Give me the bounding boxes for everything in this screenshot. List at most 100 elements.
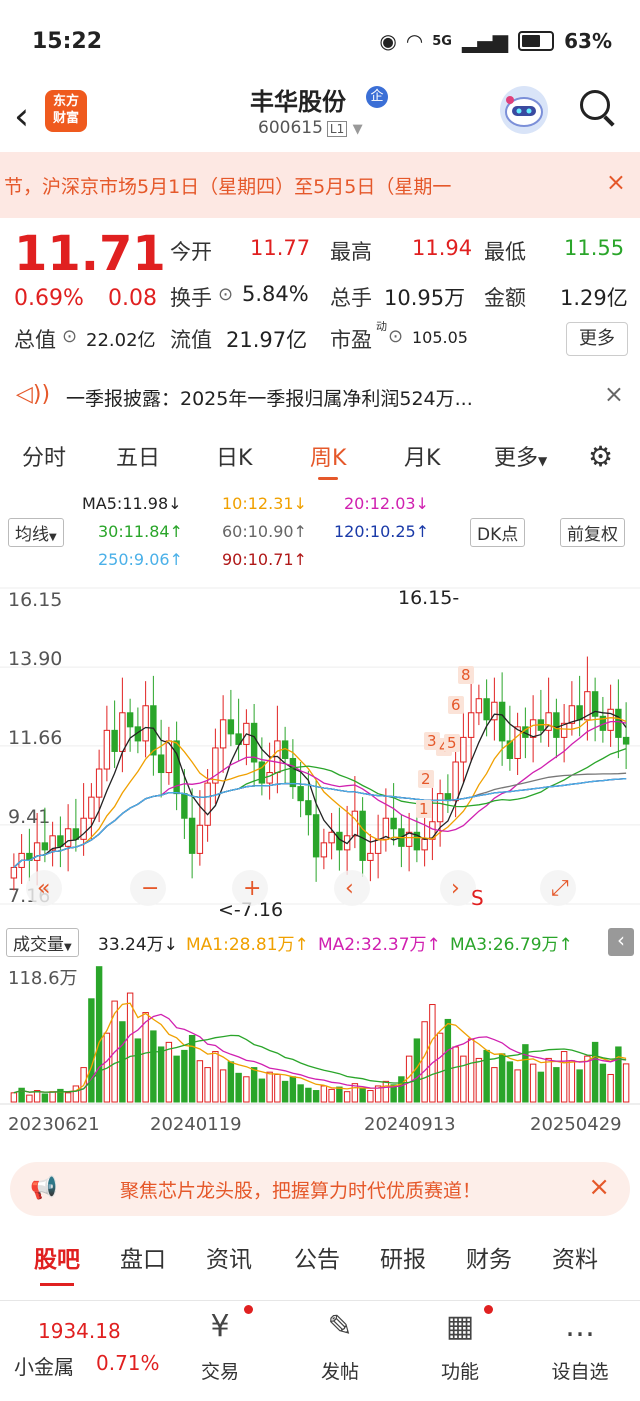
volume-bar [436,1032,444,1103]
volume-bar [622,1063,630,1103]
dk-point-button[interactable]: DK点 [470,518,526,547]
battery-icon [518,31,555,51]
tab-intraday[interactable]: 分时 [22,440,66,472]
nav-functions-label: 功能 [440,1361,479,1383]
sector-name[interactable]: 小金属 [14,1351,74,1380]
nav-control-1[interactable]: − [141,876,159,901]
nav-control-5[interactable]: S [471,886,484,910]
level-badge: L1 [326,121,348,137]
more-quote-button[interactable]: 更多 [566,322,628,356]
search-icon[interactable] [580,90,610,120]
promo-banner[interactable]: 📢 聚焦芯片龙头股，把握算力时代优质赛道！ × [10,1162,630,1216]
weekly-k-chart[interactable]: 16.1513.9011.669.417.1616.15-<-7.1612345… [0,574,640,924]
nav-post[interactable]: ✎ 发帖 [300,1307,380,1384]
adjust-button[interactable]: 前复权 [560,518,625,547]
notice-close-icon[interactable]: × [606,168,626,196]
volume-bar [320,1085,328,1103]
collapse-panel-icon[interactable]: ‹ [608,928,634,956]
stock-code[interactable]: 600615 L1 ▼ [258,118,363,138]
ma60-legend: 60:10.90↑ [222,522,307,541]
change-percent: 0.69% [14,286,84,311]
app-logo[interactable]: 东方财富 [45,90,87,132]
announcement-close-icon[interactable]: × [604,380,624,408]
volume-bar [398,1076,405,1103]
candle-body [250,722,258,763]
candle-body [157,754,165,774]
candle-body [204,782,211,826]
tab-news[interactable]: 资讯 [206,1240,252,1274]
volume-bar [359,1087,366,1103]
bottom-nav: 1934.18 小金属 0.71% ¥ 交易 ✎ 发帖 ▦ 功能 … 设自选 [0,1300,640,1401]
nav-add-watchlist[interactable]: … 设自选 [540,1307,620,1384]
vol-ma1: MA1:28.81万↑ [186,935,309,955]
tab-profile[interactable]: 资料 [552,1240,598,1274]
turnover-info-icon[interactable]: ⊙ [218,284,233,305]
tab-weekly-k[interactable]: 周K [310,440,346,480]
tab-pankou[interactable]: 盘口 [120,1240,166,1274]
tab-guba[interactable]: 股吧 [34,1240,80,1286]
volume-bar [212,1051,219,1103]
volume-indicator-select[interactable]: 成交量▼ [6,928,79,957]
dk-marker: 2 [421,770,431,788]
eye-icon: ◉ [379,29,397,53]
turnover-label: 换手 [170,286,212,310]
nav-control-0[interactable]: « [37,876,50,901]
pe-label: 市盈 [330,328,372,352]
nav-control-4[interactable]: › [451,876,460,901]
stock-code-text: 600615 [258,118,323,138]
nav-trade[interactable]: ¥ 交易 [180,1307,260,1384]
nav-control-6[interactable]: ⤢ [551,876,569,901]
tab-monthly-k[interactable]: 月K [404,440,440,472]
tab-more[interactable]: 更多▼ [494,440,547,472]
tab-announcements[interactable]: 公告 [294,1240,340,1274]
pe-superscript: 动 [376,320,387,333]
volume-bar [219,1069,227,1103]
candle-body [188,817,196,854]
back-arrow-icon[interactable]: ‹ [14,94,29,138]
stock-header: ‹ 东方财富 丰华股份 企 600615 L1 ▼ [0,80,640,152]
volume-bar [281,1080,289,1103]
app-logo-text: 东方财富 [52,94,79,126]
signal-icon: ▂▄▆ [461,29,509,53]
x-tick-label: 20240913 [364,1114,456,1135]
megaphone-icon: 📢 [30,1176,58,1201]
volume-chart[interactable]: 118.6万 20230621 20240119 20240913 20250429 [0,958,640,1138]
holiday-notice-bar[interactable]: 节，沪深京市场5月1日（星期四）至5月5日（星期一 × [0,152,640,218]
announcement-bar[interactable]: ◁)) 一季报披露：2025年一季报归属净利润524万... × [0,370,640,422]
promo-text: 聚焦芯片龙头股，把握算力时代优质赛道！ [120,1180,482,1202]
volume-bar [157,1046,165,1103]
promo-close-icon[interactable]: × [588,1172,610,1202]
pe-value: 105.05 [412,328,468,347]
volume-bar [274,1073,281,1103]
open-value: 11.77 [250,236,311,260]
nav-control-2[interactable]: + [243,876,261,901]
tab-daily-k[interactable]: 日K [216,440,252,472]
change-amount: 0.08 [108,286,157,311]
volume-bar [336,1086,343,1103]
pe-info-icon[interactable]: ⊙ [388,326,403,347]
candle-body [553,712,560,738]
indicator-select[interactable]: 均线▼ [8,518,64,547]
candle-body [289,757,297,788]
trade-notification-dot [244,1305,253,1314]
gear-icon[interactable]: ⚙ [588,440,613,473]
volume-bar [452,1046,459,1103]
sector-index-value[interactable]: 1934.18 [38,1319,121,1343]
candle-body [328,831,335,844]
volume-bar [173,1055,180,1103]
volume-bar [181,1049,188,1103]
tab-research[interactable]: 研报 [380,1240,426,1274]
tab-five-day[interactable]: 五日 [116,440,160,472]
volume-bar [312,1090,320,1103]
nav-functions[interactable]: ▦ 功能 [420,1307,500,1384]
candle-body [460,736,467,763]
mktcap-value: 22.02亿 [86,330,156,351]
assistant-robot-icon[interactable] [500,86,548,134]
volume-bar [26,1094,33,1103]
tab-finance[interactable]: 财务 [466,1240,512,1274]
caret-down-icon: ▼ [538,454,548,468]
volume-bar [126,992,134,1103]
nav-control-3[interactable]: ‹ [345,876,354,901]
mktcap-info-icon[interactable]: ⊙ [62,326,77,347]
candle-body [336,831,343,851]
